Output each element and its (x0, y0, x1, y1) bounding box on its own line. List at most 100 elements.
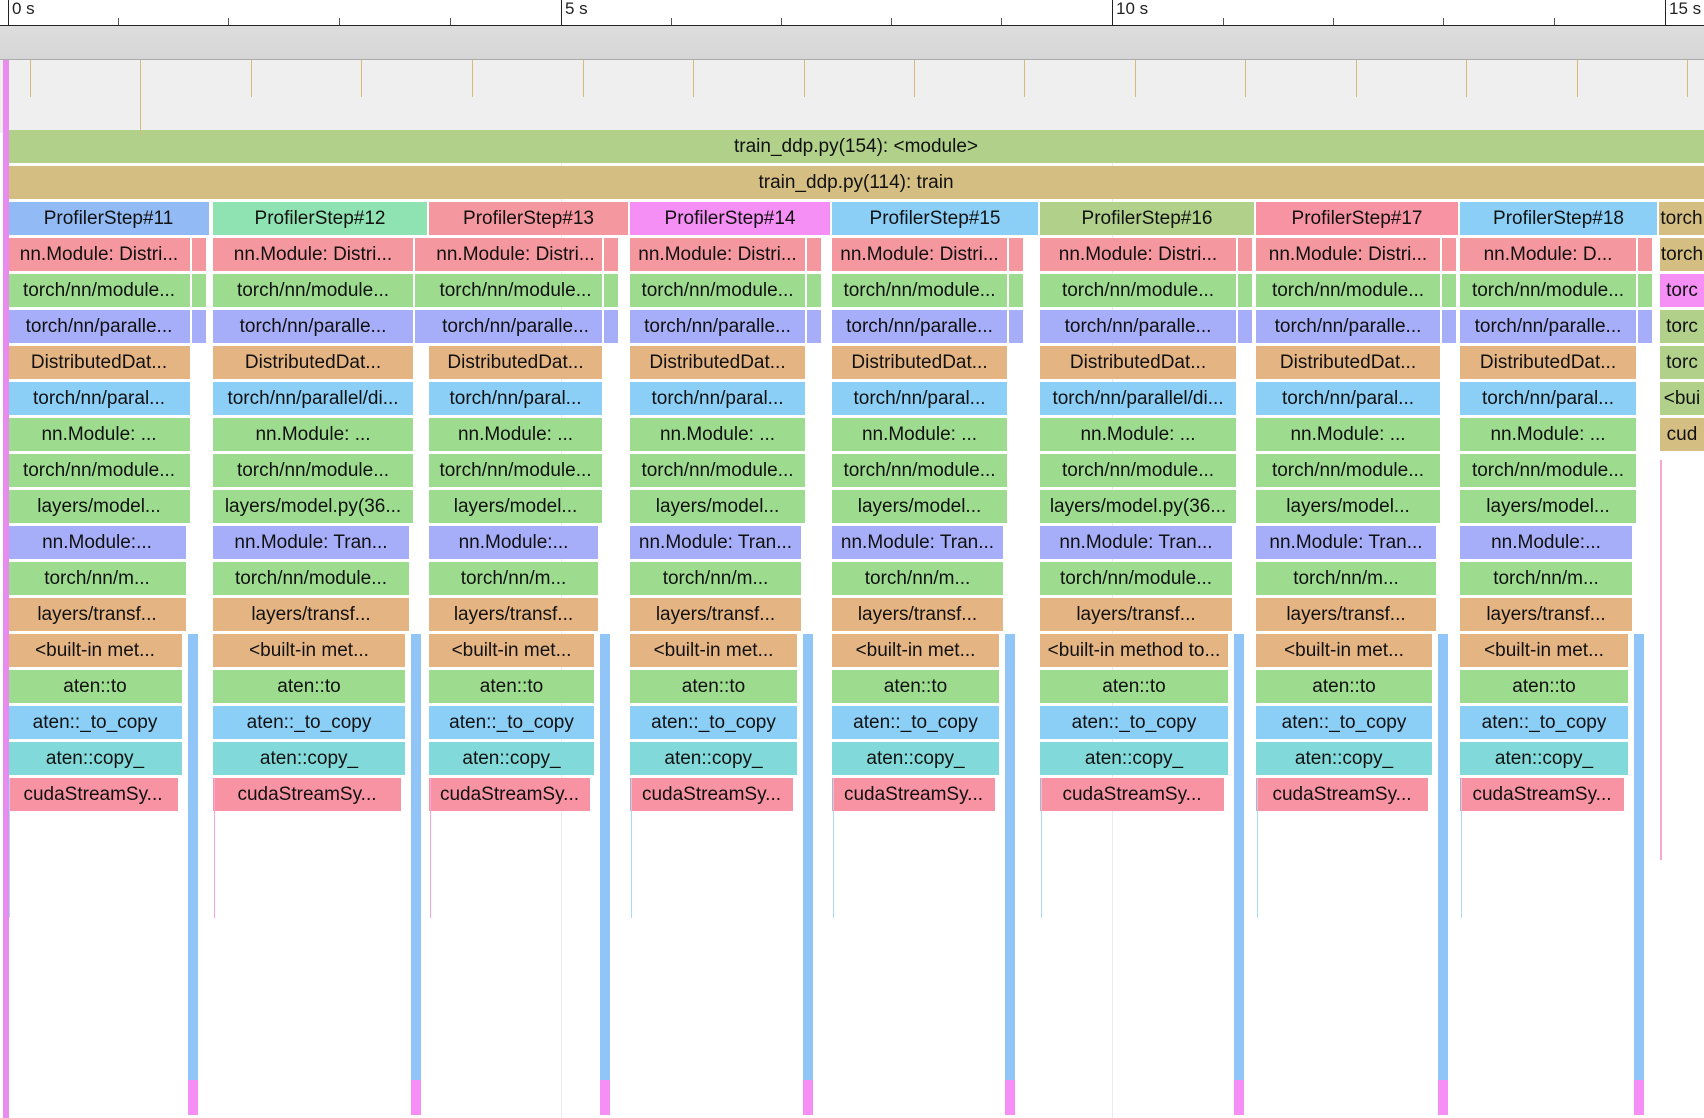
slice-frame[interactable]: nn.Module: ... (1460, 418, 1636, 451)
thin-bar[interactable] (1005, 634, 1015, 1080)
slice-module[interactable]: train_ddp.py(154): <module> (8, 130, 1704, 163)
slice-frame[interactable]: <built-in met... (213, 634, 405, 667)
slice-frame[interactable]: torch/nn/module... (832, 274, 1007, 307)
slice-frame[interactable]: <built-in met... (429, 634, 594, 667)
slice-frame[interactable]: layers/transf... (832, 598, 1003, 631)
slice-frame[interactable]: nn.Module: Distri... (630, 238, 805, 271)
slice-frame[interactable]: layers/transf... (630, 598, 801, 631)
slice-frame[interactable]: torch/nn/paral... (832, 382, 1007, 415)
slice-frame[interactable]: layers/transf... (8, 598, 186, 631)
slice-sliver[interactable] (807, 274, 821, 307)
slice-frame[interactable]: <built-in met... (1256, 634, 1432, 667)
slice-sliver[interactable] (192, 274, 206, 307)
slice-frame[interactable]: aten::copy_ (1460, 742, 1628, 775)
thin-bar[interactable] (1634, 634, 1644, 1080)
slice-profiler-step[interactable]: ProfilerStep#14 (630, 202, 830, 235)
slice-frame[interactable]: cudaStreamSy... (213, 778, 401, 811)
slice-frame[interactable]: nn.Module: Distri... (8, 238, 190, 271)
slice-frame[interactable]: torch/nn/paralle... (630, 310, 805, 343)
slice-sliver[interactable] (1638, 238, 1652, 271)
thin-bar-end[interactable] (600, 1080, 610, 1115)
slice-frame[interactable]: torch/nn/paralle... (1040, 310, 1236, 343)
slice-frame[interactable]: <built-in met... (630, 634, 797, 667)
slice-frame[interactable]: nn.Module: Distri... (1256, 238, 1440, 271)
slice-frame[interactable]: torch/nn/module... (429, 454, 602, 487)
slice-frame[interactable]: torch/nn/module... (1460, 454, 1636, 487)
slice-frame[interactable]: torch/nn/paralle... (1256, 310, 1440, 343)
slice-sliver[interactable] (1238, 310, 1252, 343)
slice-frame[interactable]: DistributedDat... (1040, 346, 1236, 379)
slice-frame[interactable]: nn.Module: ... (8, 418, 190, 451)
slice-sliver[interactable] (1442, 310, 1456, 343)
slice-frame[interactable]: nn.Module: Tran... (1040, 526, 1232, 559)
slice-frame[interactable]: torc (1660, 310, 1704, 343)
slice-frame[interactable]: torch/nn/paralle... (429, 310, 602, 343)
slice-frame[interactable]: nn.Module:... (1460, 526, 1632, 559)
slice-frame[interactable]: torch/nn/m... (8, 562, 186, 595)
slice-frame[interactable]: cudaStreamSy... (832, 778, 995, 811)
slice-frame[interactable]: torch/nn/m... (1460, 562, 1632, 595)
slice-frame[interactable]: aten::copy_ (1256, 742, 1432, 775)
thin-bar-end[interactable] (411, 1080, 421, 1115)
slice-frame[interactable]: torch/nn/module... (8, 274, 190, 307)
slice-frame[interactable]: nn.Module: Distri... (832, 238, 1007, 271)
slice-frame[interactable]: nn.Module: Tran... (213, 526, 409, 559)
thin-bar-end[interactable] (1005, 1080, 1015, 1115)
slice-frame[interactable]: DistributedDat... (429, 346, 602, 379)
slice-frame[interactable]: DistributedDat... (832, 346, 1007, 379)
slice-frame[interactable]: torch/nn/module... (1040, 274, 1236, 307)
slice-sliver[interactable] (192, 238, 206, 271)
slice-frame[interactable]: layers/model... (1460, 490, 1636, 523)
slice-frame[interactable]: torch (1660, 238, 1704, 271)
slice-frame[interactable]: nn.Module: Distri... (429, 238, 602, 271)
slice-frame[interactable]: nn.Module: Tran... (1256, 526, 1436, 559)
slice-frame[interactable]: torch/nn/paralle... (832, 310, 1007, 343)
slice-sliver[interactable] (604, 238, 618, 271)
slice-sliver[interactable] (1009, 274, 1023, 307)
slice-frame[interactable]: aten::copy_ (630, 742, 797, 775)
slice-frame[interactable]: torch/nn/module... (1460, 274, 1636, 307)
slice-frame[interactable]: torc (1660, 274, 1704, 307)
slice-frame[interactable]: nn.Module: ... (213, 418, 413, 451)
thin-bar-end[interactable] (188, 1080, 198, 1115)
slice-frame[interactable]: aten::_to_copy (8, 706, 182, 739)
thin-bar-end[interactable] (1634, 1080, 1644, 1115)
slice-frame[interactable]: torch/nn/module... (630, 454, 805, 487)
slice-frame[interactable]: <built-in met... (8, 634, 182, 667)
slice-frame[interactable]: torch/nn/parallel/di... (213, 382, 413, 415)
slice-frame[interactable]: torch/nn/paral... (1460, 382, 1636, 415)
slice-frame[interactable]: nn.Module: ... (1256, 418, 1440, 451)
slice-frame[interactable]: layers/model.py(36... (1040, 490, 1236, 523)
slice-frame[interactable]: layers/transf... (1460, 598, 1632, 631)
slice-frame[interactable]: DistributedDat... (630, 346, 805, 379)
slice-frame[interactable]: layers/model... (1256, 490, 1440, 523)
slice-frame[interactable]: aten::copy_ (429, 742, 594, 775)
slice-frame[interactable]: nn.Module: ... (630, 418, 805, 451)
slice-frame[interactable]: layers/model... (630, 490, 805, 523)
slice-train[interactable]: train_ddp.py(114): train (8, 166, 1704, 199)
slice-frame[interactable]: aten::_to_copy (630, 706, 797, 739)
slice-frame[interactable]: aten::_to_copy (832, 706, 999, 739)
slice-frame[interactable]: <built-in met... (832, 634, 999, 667)
thin-line[interactable] (1660, 460, 1662, 860)
slice-frame[interactable]: layers/transf... (429, 598, 598, 631)
slice-frame[interactable]: nn.Module: Distri... (213, 238, 413, 271)
slice-sliver[interactable] (604, 310, 618, 343)
slice-frame[interactable]: cudaStreamSy... (1256, 778, 1428, 811)
slice-frame[interactable]: aten::copy_ (1040, 742, 1228, 775)
slice-profiler-step[interactable]: ProfilerStep#17 (1256, 202, 1458, 235)
slice-frame[interactable]: cudaStreamSy... (429, 778, 590, 811)
slice-frame[interactable]: aten::_to_copy (429, 706, 594, 739)
slice-frame[interactable]: aten::_to_copy (1256, 706, 1432, 739)
slice-frame[interactable]: DistributedDat... (1460, 346, 1636, 379)
slice-frame[interactable]: aten::copy_ (213, 742, 405, 775)
slice-profiler-step[interactable]: ProfilerStep#12 (213, 202, 427, 235)
slice-frame[interactable]: torc (1660, 346, 1704, 379)
slice-frame[interactable]: torch/nn/m... (832, 562, 1003, 595)
slice-profiler-step[interactable]: ProfilerStep#11 (8, 202, 209, 235)
slice-frame[interactable]: torch/nn/paral... (630, 382, 805, 415)
slice-sliver[interactable] (807, 238, 821, 271)
thin-bar[interactable] (803, 634, 813, 1080)
slice-frame[interactable]: torch/nn/module... (8, 454, 190, 487)
slice-frame[interactable]: aten::_to_copy (1460, 706, 1628, 739)
